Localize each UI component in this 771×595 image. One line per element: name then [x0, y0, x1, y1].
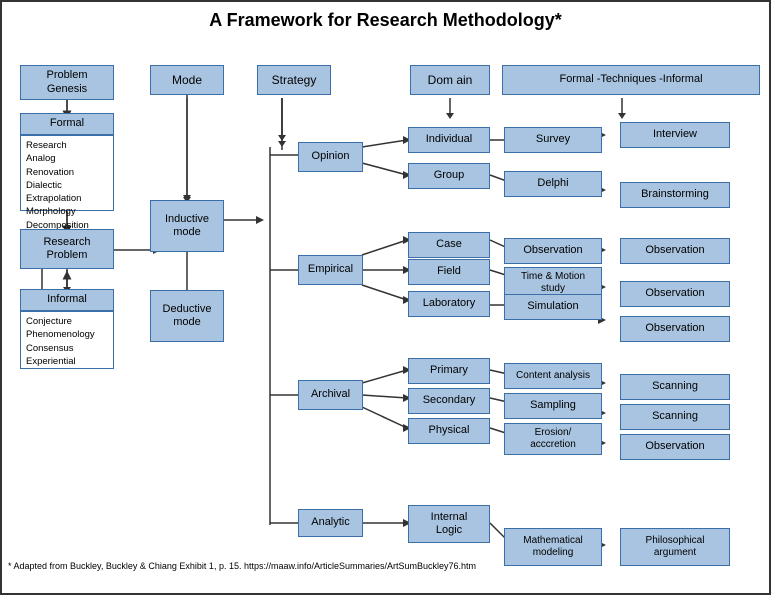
field-label: Field: [437, 265, 461, 278]
deductive-mode-box: Deductive mode: [150, 290, 224, 342]
case-box: Case: [408, 232, 490, 258]
inductive-mode-box: Inductive mode: [150, 200, 224, 252]
simulation-box: Simulation: [504, 294, 602, 320]
scanning1-label: Scanning: [652, 380, 698, 393]
observation-f1-label: Observation: [645, 244, 704, 257]
domain-label: Dom ain: [428, 73, 473, 87]
footer-text: * Adapted from Buckley, Buckley & Chiang…: [8, 561, 476, 571]
opinion-label: Opinion: [312, 150, 350, 163]
deductive-label: Deductive mode: [163, 303, 212, 329]
empirical-label: Empirical: [308, 263, 353, 276]
observation-f2-label: Observation: [645, 287, 704, 300]
page-title: A Framework for Research Methodology*: [2, 2, 769, 35]
formal-techniques-label: Formal -Techniques -Informal: [559, 73, 702, 86]
informal-list: Conjecture Phenomenology Consensus Exper…: [26, 316, 95, 367]
sampling-box: Sampling: [504, 393, 602, 419]
erosion-box: Erosion/ acccretion: [504, 423, 602, 455]
individual-box: Individual: [408, 127, 490, 153]
group-label: Group: [434, 169, 465, 182]
observation-f3-box: Observation: [620, 316, 730, 342]
footer-content: * Adapted from Buckley, Buckley & Chiang…: [8, 561, 476, 571]
empirical-box: Empirical: [298, 255, 363, 285]
primary-box: Primary: [408, 358, 490, 384]
survey-label: Survey: [536, 133, 570, 146]
inductive-label: Inductive mode: [165, 213, 209, 239]
laboratory-label: Laboratory: [423, 297, 476, 310]
mathematical-label: Mathematical modeling: [523, 535, 582, 559]
informal-list-box: Conjecture Phenomenology Consensus Exper…: [20, 311, 114, 369]
individual-label: Individual: [426, 133, 472, 146]
strategy-box: Strategy: [257, 65, 331, 95]
opinion-box: Opinion: [298, 142, 363, 172]
domain-box: Dom ain: [410, 65, 490, 95]
problem-genesis-label: Problem Genesis: [47, 69, 88, 95]
secondary-label: Secondary: [423, 394, 476, 407]
archival-label: Archival: [311, 388, 350, 401]
problem-genesis-box: Problem Genesis: [20, 65, 114, 100]
content-analysis-box: Content analysis: [504, 363, 602, 389]
mathematical-box: Mathematical modeling: [504, 528, 602, 566]
laboratory-box: Laboratory: [408, 291, 490, 317]
mode-label: Mode: [172, 73, 202, 87]
primary-label: Primary: [430, 364, 468, 377]
philosophical-box: Philosophical argument: [620, 528, 730, 566]
page: A Framework for Research Methodology*: [0, 0, 771, 595]
formal-techniques-header: Formal -Techniques -Informal: [502, 65, 760, 95]
archival-box: Archival: [298, 380, 363, 410]
diagram-area: Problem Genesis Formal Research Analog R…: [2, 35, 771, 575]
interview-box: Interview: [620, 122, 730, 148]
strategy-label: Strategy: [272, 73, 317, 87]
content-analysis-label: Content analysis: [516, 370, 590, 382]
case-label: Case: [436, 238, 462, 251]
time-motion-label: Time & Motion study: [521, 271, 585, 295]
internal-logic-box: Internal Logic: [408, 505, 490, 543]
analytic-box: Analytic: [298, 509, 363, 537]
informal-label: Informal: [47, 293, 87, 306]
observation-f3-label: Observation: [645, 322, 704, 335]
formal-label-box: Formal: [20, 113, 114, 135]
physical-box: Physical: [408, 418, 490, 444]
sampling-label: Sampling: [530, 399, 576, 412]
observation-archival-label: Observation: [645, 440, 704, 453]
interview-label: Interview: [653, 128, 697, 141]
physical-label: Physical: [429, 424, 470, 437]
brainstorming-label: Brainstorming: [641, 188, 709, 201]
field-box: Field: [408, 259, 490, 285]
internal-logic-label: Internal Logic: [431, 511, 468, 537]
simulation-label: Simulation: [527, 300, 578, 313]
scanning2-box: Scanning: [620, 404, 730, 430]
brainstorming-box: Brainstorming: [620, 182, 730, 208]
observation-archival-box: Observation: [620, 434, 730, 460]
informal-label-box: Informal: [20, 289, 114, 311]
formal-label: Formal: [50, 117, 84, 130]
observation-f1-box: Observation: [620, 238, 730, 264]
erosion-label: Erosion/ acccretion: [530, 427, 576, 451]
observation-case-label: Observation: [523, 244, 582, 257]
delphi-label: Delphi: [537, 177, 568, 190]
formal-list-box: Research Analog Renovation Dialectic Ext…: [20, 135, 114, 211]
research-problem-label: Research Problem: [43, 236, 90, 262]
observation-f2-box: Observation: [620, 281, 730, 307]
mode-box: Mode: [150, 65, 224, 95]
delphi-box: Delphi: [504, 171, 602, 197]
survey-box: Survey: [504, 127, 602, 153]
philosophical-label: Philosophical argument: [646, 535, 705, 559]
observation-case-box: Observation: [504, 238, 602, 264]
scanning1-box: Scanning: [620, 374, 730, 400]
secondary-box: Secondary: [408, 388, 490, 414]
group-box: Group: [408, 163, 490, 189]
research-problem-box: Research Problem: [20, 229, 114, 269]
analytic-label: Analytic: [311, 516, 350, 529]
scanning2-label: Scanning: [652, 410, 698, 423]
